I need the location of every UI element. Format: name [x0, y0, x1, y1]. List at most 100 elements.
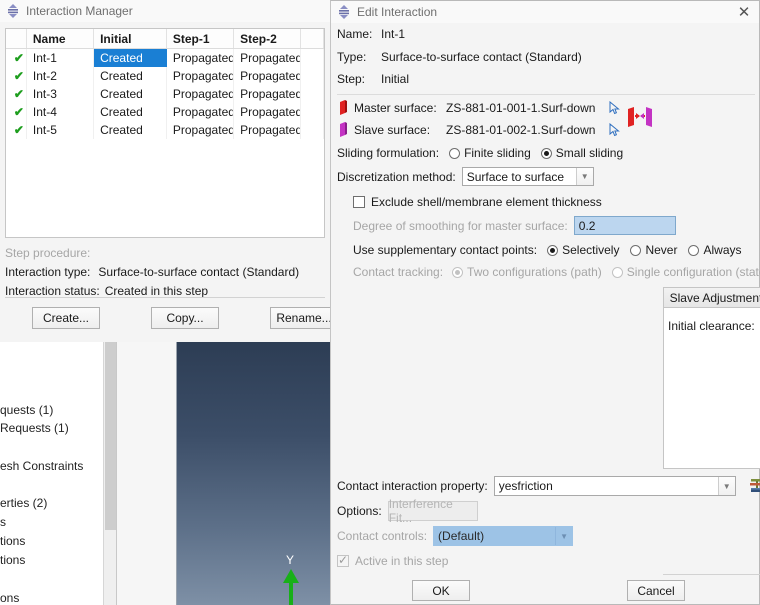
radio-label: Two configurations (path): [467, 265, 602, 279]
interaction-manager-dialog[interactable]: Interaction Manager Name Initial Step-1 …: [0, 0, 338, 342]
slave-surface-value: ZS-881-01-002-1.Surf-down: [446, 122, 596, 137]
type-field-row: Type: Surface-to-surface contact (Standa…: [337, 50, 582, 64]
axis-label-y: Y: [286, 553, 295, 567]
exclude-thickness-row[interactable]: Exclude shell/membrane element thickness: [353, 195, 602, 209]
cell-initial[interactable]: Created: [94, 103, 167, 121]
cell-extra: [301, 85, 324, 103]
options-row: Options: Interference Fit...: [337, 497, 478, 525]
cell-step-1[interactable]: Propagated: [167, 121, 235, 139]
table-header-row: Name Initial Step-1 Step-2: [6, 29, 324, 49]
cell-name[interactable]: Int-3: [27, 85, 95, 103]
copy-button[interactable]: Copy...: [151, 307, 219, 329]
cell-step-1[interactable]: Propagated: [167, 49, 235, 67]
chevron-down-icon[interactable]: ▼: [717, 477, 735, 495]
cell-initial[interactable]: Created: [94, 121, 167, 139]
cell-step-2[interactable]: Propagated: [234, 67, 302, 85]
model-tree-panel[interactable]: quests (1) Requests (1) esh Constraints …: [0, 330, 103, 605]
cell-step-2[interactable]: Propagated: [234, 121, 302, 139]
tree-item[interactable]: tions: [0, 553, 25, 567]
edit-slave-surface-cursor-icon[interactable]: [609, 122, 621, 137]
create-button[interactable]: Create...: [32, 307, 100, 329]
contact-pair-icon: [628, 107, 652, 127]
type-label: Type:: [337, 50, 367, 64]
table-row[interactable]: ✔ Int-1 Created Propagated Propagated: [6, 49, 324, 67]
cell-initial[interactable]: Created: [94, 67, 167, 85]
contact-property-row: Contact interaction property: yesfrictio…: [337, 476, 760, 496]
interaction-manager-title-text: Interaction Manager: [26, 4, 133, 18]
discretization-method-label: Discretization method:: [337, 169, 456, 184]
contact-property-combo[interactable]: yesfriction ▼: [493, 476, 736, 496]
cell-name[interactable]: Int-2: [27, 67, 95, 85]
cancel-button[interactable]: Cancel: [627, 580, 685, 601]
close-icon[interactable]: ✕: [735, 4, 753, 22]
cell-initial[interactable]: Created: [94, 85, 167, 103]
tab-slave-adjustment[interactable]: Slave Adjustment: [663, 287, 760, 307]
radio-finite-sliding[interactable]: Finite sliding: [449, 146, 531, 160]
discretization-method-combo[interactable]: Surface to surface ▼: [461, 167, 594, 186]
row-check-icon[interactable]: ✔: [6, 103, 27, 121]
interaction-manager-info: Step procedure: Interaction type: Surfac…: [5, 243, 325, 300]
ok-button[interactable]: OK: [412, 580, 470, 601]
tree-item[interactable]: quests (1): [0, 403, 53, 417]
column-header-initial[interactable]: Initial: [94, 29, 167, 48]
cell-step-1[interactable]: Propagated: [167, 103, 235, 121]
cell-name[interactable]: Int-4: [27, 103, 95, 121]
tree-item[interactable]: ons: [0, 591, 19, 605]
chevron-down-icon[interactable]: ▼: [575, 168, 593, 185]
radio-small-sliding[interactable]: Small sliding: [540, 146, 623, 160]
table-row[interactable]: ✔ Int-5 Created Propagated Propagated: [6, 121, 324, 139]
slave-surface-label: Slave surface:: [354, 122, 431, 137]
radio-dot: [547, 244, 559, 256]
rename-button[interactable]: Rename...: [270, 307, 338, 329]
edit-interaction-dialog[interactable]: Edit Interaction ✕ Name: Int-1 Type: Sur…: [330, 0, 760, 605]
tree-item[interactable]: esh Constraints: [0, 459, 83, 473]
contact-tracking-row: Contact tracking: Two configurations (pa…: [353, 265, 760, 279]
row-check-icon[interactable]: ✔: [6, 67, 27, 85]
cell-initial[interactable]: Created: [94, 49, 167, 67]
radio-selectively[interactable]: Selectively: [547, 243, 619, 257]
cell-step-2[interactable]: Propagated: [234, 85, 302, 103]
interference-fit-button: Interference Fit...: [387, 497, 478, 525]
interaction-table[interactable]: Name Initial Step-1 Step-2 ✔ Int-1 Creat…: [5, 28, 325, 238]
radio-always[interactable]: Always: [688, 243, 742, 257]
radio-two-configurations: Two configurations (path): [452, 265, 602, 279]
column-header-step-1[interactable]: Step-1: [167, 29, 235, 48]
column-header-name[interactable]: Name: [27, 29, 95, 48]
column-header-step-2[interactable]: Step-2: [234, 29, 302, 48]
exclude-thickness-label: Exclude shell/membrane element thickness: [371, 195, 602, 209]
interaction-type-value: Surface-to-surface contact (Standard): [98, 264, 300, 279]
contact-property-value: yesfriction: [498, 479, 553, 493]
slave-surface-icon: [340, 122, 347, 137]
radio-dot: [688, 244, 700, 256]
tree-item[interactable]: tions: [0, 534, 25, 548]
cell-extra: [301, 121, 324, 139]
model-tree-scrollbar[interactable]: [103, 330, 116, 605]
cell-name[interactable]: Int-1: [27, 49, 95, 67]
smoothing-input[interactable]: 0.2: [573, 216, 676, 235]
cell-step-2[interactable]: Propagated: [234, 103, 302, 121]
row-check-icon[interactable]: ✔: [6, 85, 27, 103]
tree-item[interactable]: s: [0, 515, 6, 529]
cell-name[interactable]: Int-5: [27, 121, 95, 139]
tab-strip[interactable]: Slave Adjustment Surface Smoothing Clear…: [663, 287, 760, 307]
table-row[interactable]: ✔ Int-3 Created Propagated Propagated: [6, 85, 324, 103]
master-surface-row: Master surface: ZS-881-01-001-1.Surf-dow…: [339, 100, 621, 115]
exclude-thickness-checkbox[interactable]: [353, 196, 365, 208]
row-check-icon[interactable]: ✔: [6, 121, 27, 139]
radio-label: Always: [703, 243, 742, 257]
create-interaction-property-icon[interactable]: [748, 477, 760, 495]
tree-item[interactable]: Requests (1): [0, 421, 69, 435]
3d-viewport[interactable]: Y: [177, 330, 330, 605]
cell-step-1[interactable]: Propagated: [167, 67, 235, 85]
chevron-down-icon: ▼: [555, 527, 573, 545]
cell-step-1[interactable]: Propagated: [167, 85, 235, 103]
tree-item[interactable]: erties (2): [0, 496, 47, 510]
table-row[interactable]: ✔ Int-2 Created Propagated Propagated: [6, 67, 324, 85]
cell-step-2[interactable]: Propagated: [234, 49, 302, 67]
scrollbar-thumb[interactable]: [105, 330, 116, 530]
table-row[interactable]: ✔ Int-4 Created Propagated Propagated: [6, 103, 324, 121]
edit-master-surface-cursor-icon[interactable]: [609, 100, 621, 115]
name-label: Name:: [337, 27, 373, 41]
row-check-icon[interactable]: ✔: [6, 49, 27, 67]
radio-never[interactable]: Never: [630, 243, 677, 257]
